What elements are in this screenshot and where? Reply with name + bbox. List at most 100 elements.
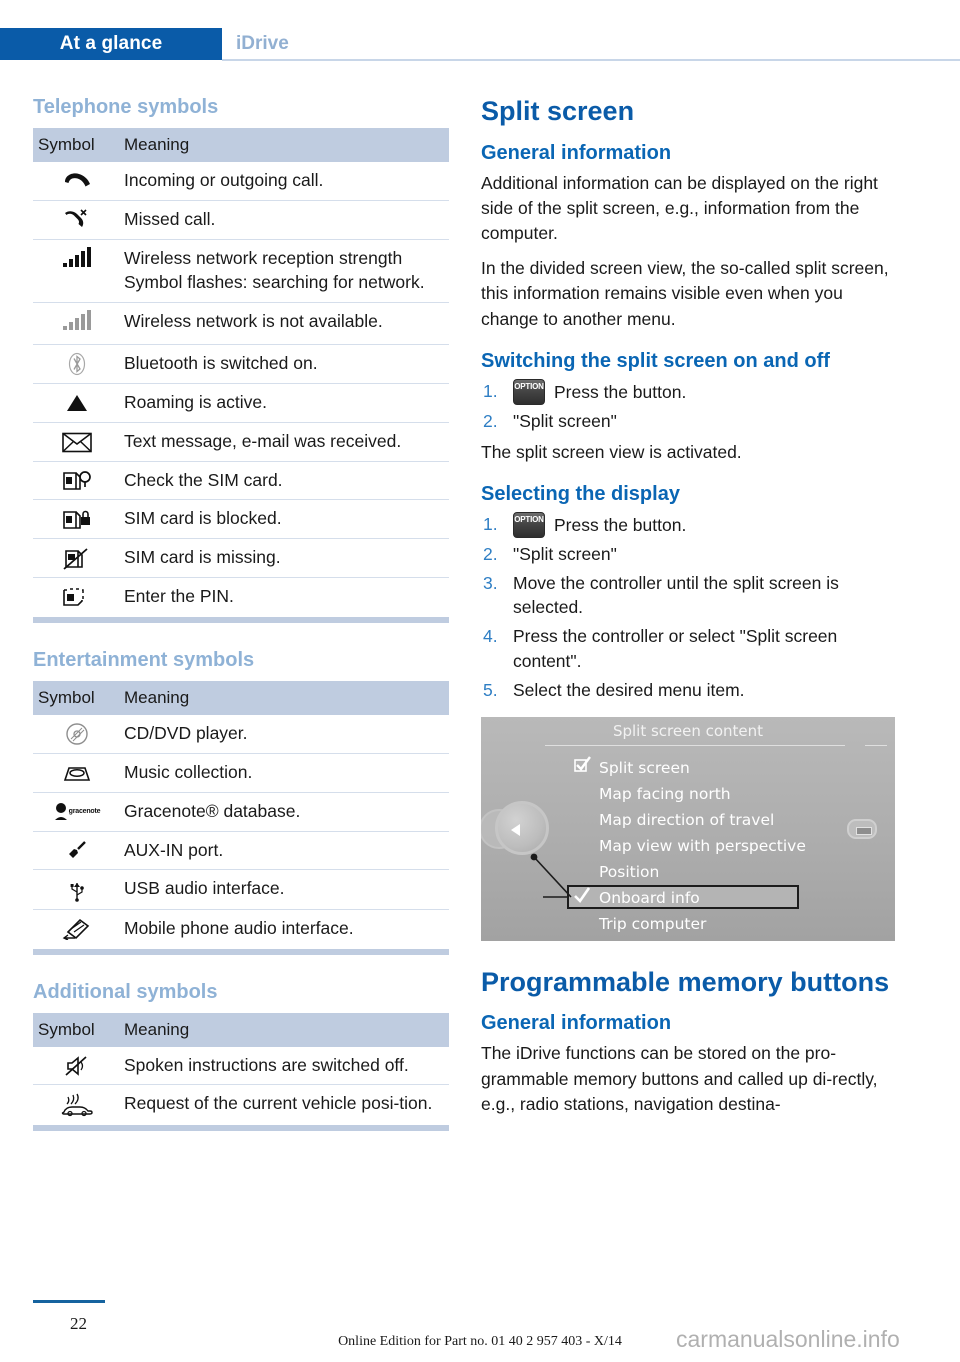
col-meaning-header: Meaning — [119, 680, 449, 715]
row-meaning: Enter the PIN. — [119, 576, 449, 616]
col-symbol-header: Symbol — [33, 680, 119, 715]
list-item: 1. OPTION Press the button. — [481, 511, 895, 538]
step-number: 3. — [483, 572, 498, 593]
envelope-icon — [33, 421, 119, 462]
music-collection-icon — [33, 753, 119, 793]
table-row: gracenote Gracenote® database. — [33, 791, 449, 832]
row-meaning: Spoken instructions are switched off. — [124, 1054, 409, 1075]
option-button-icon[interactable]: OPTION — [513, 511, 545, 538]
table-row: Wireless network reception strength Symb… — [33, 239, 449, 303]
entertainment-symbols-table-wrap: Symbol Meaning CD/DVD player. Music coll… — [33, 680, 449, 955]
table-row: Enter the PIN. — [33, 576, 449, 616]
selecting-steps-list: 1. OPTION Press the button. 2. "Split scr… — [481, 511, 895, 703]
table-row: USB audio interface. — [33, 869, 449, 910]
row-meaning: Bluetooth is switched on. — [119, 343, 449, 384]
col-symbol-header: Symbol — [33, 128, 119, 162]
step-text: "Split screen" — [513, 410, 617, 431]
additional-symbols-heading: Additional symbols — [33, 980, 218, 1003]
switching-result-text: The split screen view is activated. — [481, 441, 742, 462]
gracenote-icon: gracenote — [33, 791, 119, 832]
list-item: 5. Select the desired menu item. — [481, 678, 895, 703]
step-number: 5. — [483, 679, 498, 700]
list-item: 4. Press the controller or select "Split… — [481, 624, 895, 674]
tab-idrive[interactable]: iDrive — [236, 28, 289, 60]
watermark: carmanualsonline.info — [676, 1326, 900, 1352]
row-meaning: CD/DVD player. — [124, 722, 248, 743]
memory-general-paragraph-1: The iDrive functions can be stored on th… — [481, 1043, 878, 1114]
table-end-bar — [33, 948, 449, 955]
sim-missing-icon — [33, 538, 119, 578]
signal-bars-grey-icon — [33, 301, 119, 345]
aux-in-plug-icon — [33, 830, 119, 870]
additional-symbols-table: Symbol Meaning Spoken instructions are s… — [33, 1012, 449, 1124]
list-item: 1. OPTION Press the button. — [481, 378, 895, 405]
step-number: 2. — [483, 543, 498, 564]
page-number: 22 — [70, 1314, 87, 1333]
row-meaning: Roaming is active. — [119, 382, 449, 423]
missed-call-icon — [33, 199, 119, 240]
switching-steps-list: 1. OPTION Press the button. 2. "Split scr… — [481, 378, 895, 434]
sim-pin-icon — [33, 576, 119, 616]
table-row: Missed call. — [33, 199, 449, 240]
row-meaning: Wireless network reception strength Symb… — [119, 239, 449, 303]
phone-handset-icon — [33, 162, 119, 200]
callout-leader-line — [530, 853, 572, 898]
row-meaning: SIM card is missing. — [119, 538, 449, 578]
table-row: Spoken instructions are switched off. — [33, 1047, 449, 1085]
row-meaning: Gracenote® database. — [119, 791, 449, 832]
step-text: Move the controller until the split scre… — [513, 572, 839, 618]
table-row: Incoming or outgoing call. — [33, 162, 449, 200]
left-column: Telephone symbols Symbol Meaning Incomin… — [33, 96, 449, 1157]
step-text: Press the controller or select "Split sc… — [513, 626, 838, 672]
row-meaning: Check the SIM card. — [119, 460, 449, 500]
entertainment-symbols-heading: Entertainment symbols — [33, 648, 255, 671]
option-button-icon[interactable]: OPTION — [513, 378, 545, 405]
split-screen-title: Split screen — [481, 96, 635, 126]
table-end-bar — [33, 1124, 449, 1131]
tab-at-a-glance-label: At a glance — [59, 33, 163, 54]
table-row: Roaming is active. — [33, 382, 449, 423]
row-meaning: USB audio interface. — [119, 869, 449, 910]
memory-buttons-title: Programmable memory buttons — [481, 966, 890, 997]
cd-dvd-icon — [33, 715, 119, 754]
step-number: 1. — [483, 513, 498, 534]
step-number: 4. — [483, 626, 498, 647]
step-text: Press the button. — [554, 381, 687, 402]
selecting-display-heading: Selecting the display — [481, 482, 680, 505]
entertainment-symbols-table: Symbol Meaning CD/DVD player. Music coll… — [33, 680, 449, 948]
telephone-symbols-heading: Telephone symbols — [33, 96, 219, 118]
col-meaning-header: Meaning — [119, 128, 449, 162]
manual-page: At a glance iDrive Telephone symbols Sym… — [0, 0, 960, 1362]
additional-symbols-table-wrap: Symbol Meaning Spoken instructions are s… — [33, 1012, 449, 1131]
table-row: SIM card is missing. — [33, 538, 449, 578]
mobile-audio-icon — [33, 908, 119, 948]
table-row: Music collection. — [33, 753, 449, 793]
row-meaning: SIM card is blocked. — [119, 499, 449, 539]
memory-general-information-heading: General information — [481, 1012, 672, 1035]
split-general-information-heading: General information — [481, 141, 672, 164]
row-meaning: Mobile phone audio interface. — [119, 908, 449, 948]
tab-idrive-label: iDrive — [236, 33, 289, 54]
tab-at-a-glance[interactable]: At a glance — [0, 28, 222, 60]
telephone-symbols-table: Symbol Meaning Incoming or outgoing call… — [33, 128, 449, 616]
table-header-row: Symbol Meaning — [33, 1012, 449, 1047]
right-column: Split screen General information Additio… — [481, 96, 895, 1127]
vehicle-position-icon — [33, 1084, 119, 1124]
header-divider — [222, 59, 960, 61]
list-item: 3. Move the controller until the split s… — [481, 571, 895, 621]
table-row: Mobile phone audio interface. — [33, 908, 449, 948]
step-text: "Split screen" — [513, 543, 617, 564]
step-number: 2. — [483, 410, 498, 431]
sim-check-icon — [33, 460, 119, 500]
table-row: Wireless network is not available. — [33, 301, 449, 345]
row-meaning: Music collection. — [119, 753, 449, 793]
step-text: Press the button. — [554, 514, 687, 535]
table-row: AUX-IN port. — [33, 830, 449, 870]
row-meaning: Missed call. — [119, 199, 449, 240]
signal-bars-icon — [33, 239, 119, 303]
step-text: Select the desired menu item. — [513, 679, 745, 700]
table-header-row: Symbol Meaning — [33, 680, 449, 715]
table-end-bar — [33, 616, 449, 623]
roaming-triangle-icon — [33, 382, 119, 423]
page-header: At a glance iDrive — [0, 28, 960, 61]
